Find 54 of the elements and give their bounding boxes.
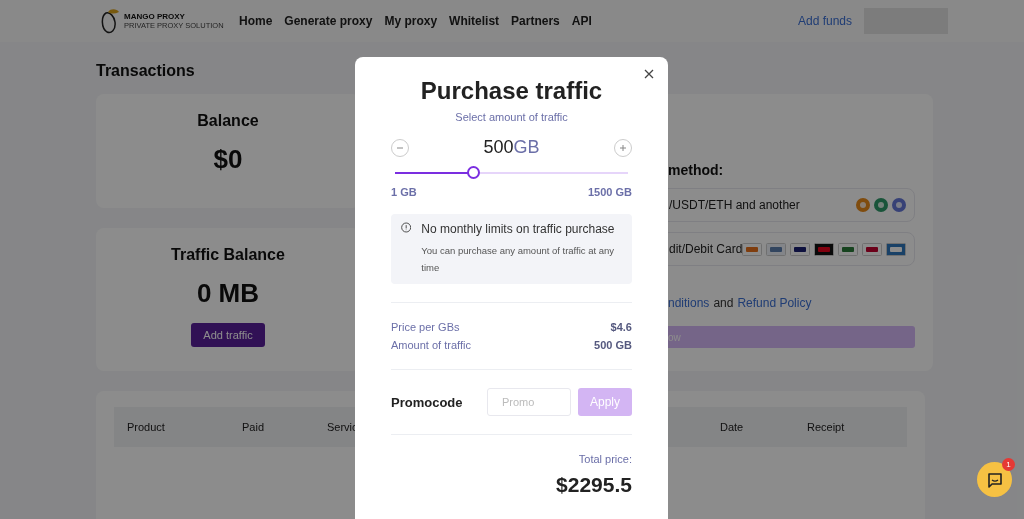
coin-icon: [874, 198, 889, 212]
dialog-subtitle: Select amount of traffic: [454, 111, 569, 123]
total-label: Total price:: [577, 453, 632, 465]
summary-label: Amount of traffic: [391, 339, 471, 351]
close-icon: [644, 69, 654, 79]
add-traffic-button[interactable]: Add traffic: [191, 323, 265, 347]
payment-heading: method:: [668, 162, 725, 178]
card-title: Balance: [197, 112, 259, 130]
info-text: You can purchase any amount of traffic at any time: [421, 244, 616, 275]
coin-icon: [856, 198, 871, 212]
mango-logo-icon: [100, 8, 120, 34]
balance-value: $0: [213, 144, 243, 175]
summary-value: $4.6: [610, 321, 632, 333]
card-logo-icon: [886, 242, 907, 256]
traffic-value: 0 MB: [196, 278, 260, 309]
slider-thumb[interactable]: [466, 166, 480, 179]
total-value: $2295.5: [555, 473, 632, 497]
card-logo-icon: [742, 242, 763, 256]
plus-icon: [619, 143, 627, 152]
terms-text: and: [713, 296, 734, 310]
nav-link[interactable]: Home: [239, 14, 273, 28]
card-logo-icon: [838, 242, 859, 256]
nav-link[interactable]: Generate proxy: [284, 14, 373, 28]
amount-value: 500GB: [483, 137, 540, 158]
column-header: Paid: [242, 421, 266, 433]
notification-badge: 1: [1002, 458, 1015, 471]
page-title: Transactions: [96, 62, 195, 80]
card-logo-icon: [814, 242, 835, 256]
slider-min-label: 1 GB: [391, 186, 417, 198]
brand-name: MANGO PROXY: [124, 12, 186, 21]
card-logo-icon: [790, 242, 811, 256]
nav-link[interactable]: Whitelist: [449, 14, 500, 28]
column-header: Product: [127, 421, 166, 433]
policy-link[interactable]: Refund Policy: [737, 296, 812, 310]
coin-icon: [892, 198, 907, 212]
promo-label: Promocode: [391, 394, 464, 410]
card-title: Traffic Balance: [171, 246, 285, 264]
chat-icon: [986, 471, 1003, 488]
nav-link[interactable]: My proxy: [384, 14, 438, 28]
policy-link[interactable]: nditions: [668, 296, 710, 310]
nav-link[interactable]: Partners: [511, 14, 560, 28]
card-logo-icon: [766, 242, 787, 256]
close-button[interactable]: [642, 67, 656, 81]
card-logo-icon: [862, 242, 883, 256]
slider-max-label: 1500 GB: [587, 186, 632, 198]
column-header: Receipt: [807, 421, 846, 433]
nav-link[interactable]: API: [571, 14, 592, 28]
info-icon: [401, 222, 412, 233]
summary-label: Price per GBs: [391, 321, 460, 333]
add-funds-link[interactable]: Add funds: [797, 14, 852, 28]
info-title: No monthly limits on traffic purchase: [421, 222, 616, 236]
dialog-title: Purchase traffic: [419, 77, 604, 105]
column-header: Date: [720, 421, 745, 433]
summary-value: 500 GB: [594, 339, 632, 351]
